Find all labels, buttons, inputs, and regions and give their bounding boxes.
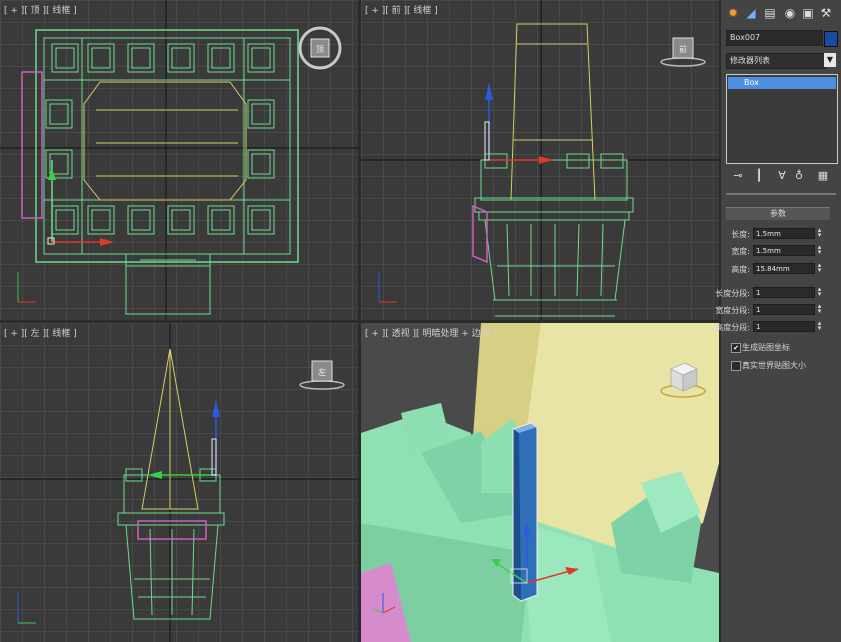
viewport-left-scene: 左 bbox=[0, 323, 358, 642]
display-icon[interactable]: ▣ bbox=[801, 6, 815, 20]
utilities-icon[interactable]: ⚒ bbox=[819, 6, 833, 20]
viewport-top-label[interactable]: [ + ][ 顶 ][ 线框 ] bbox=[4, 3, 77, 16]
viewport-left-label[interactable]: [ + ][ 左 ][ 线框 ] bbox=[4, 326, 77, 339]
viewport-perspective-label[interactable]: [ + ][ 透视 ][ 明暗处理 + 边面 ] bbox=[365, 326, 496, 339]
viewport-front[interactable]: 前 [ + ][ 前 ][ 线框 ] bbox=[361, 0, 719, 320]
param-label-length: 长度: bbox=[731, 230, 750, 239]
spinner-height[interactable]: ▴ ▾ bbox=[816, 262, 823, 274]
viewport-front-label[interactable]: [ + ][ 前 ][ 线框 ] bbox=[365, 3, 438, 16]
checkbox-real-world-map-size[interactable] bbox=[731, 361, 741, 371]
spinner-length-segs[interactable]: ▴ ▾ bbox=[816, 286, 823, 298]
spinner-length[interactable]: ▴ ▾ bbox=[816, 227, 823, 239]
checkbox-gen-map-coords[interactable]: ✔ bbox=[731, 343, 741, 353]
svg-text:前: 前 bbox=[679, 44, 687, 54]
viewport-top-scene: 顶 bbox=[0, 0, 358, 320]
param-field-width[interactable]: 1.5mm bbox=[753, 245, 815, 256]
object-color-swatch[interactable] bbox=[824, 31, 838, 47]
viewport-perspective[interactable]: [ + ][ 透视 ][ 明暗处理 + 边面 ] bbox=[361, 323, 719, 642]
param-label-length-segs: 长度分段: bbox=[715, 289, 750, 298]
make-unique-icon[interactable]: ∀ bbox=[775, 169, 789, 183]
rollout-parameters-header[interactable]: 参数 bbox=[726, 207, 830, 220]
checkbox-label-gen-map-coords: 生成贴图坐标 bbox=[742, 343, 790, 352]
param-field-width-segs[interactable]: 1 bbox=[753, 304, 815, 315]
chevron-down-icon[interactable]: ▼ bbox=[824, 53, 836, 67]
object-name-field[interactable]: Box007 bbox=[726, 30, 823, 46]
panel-divider bbox=[726, 193, 836, 195]
viewport-top[interactable]: 顶 [ + ][ 顶 ][ 线框 ] bbox=[0, 0, 358, 320]
param-field-height[interactable]: 15.84mm bbox=[753, 263, 815, 274]
param-label-height-segs: 高度分段: bbox=[715, 323, 750, 332]
motion-icon[interactable]: ◉ bbox=[783, 6, 797, 20]
param-label-width: 宽度: bbox=[731, 247, 750, 256]
spinner-width[interactable]: ▴ ▾ bbox=[816, 244, 823, 256]
param-label-height: 高度: bbox=[731, 265, 750, 274]
configure-sets-icon[interactable]: ▦ bbox=[816, 169, 830, 183]
svg-text:顶: 顶 bbox=[316, 45, 324, 54]
modifier-stack[interactable]: Box bbox=[726, 74, 838, 164]
spinner-height-segs[interactable]: ▴ ▾ bbox=[816, 320, 823, 332]
param-field-length[interactable]: 1.5mm bbox=[753, 228, 815, 239]
stack-item-box[interactable]: Box bbox=[728, 77, 836, 89]
remove-modifier-icon[interactable]: ♁ bbox=[792, 169, 806, 183]
param-field-length-segs[interactable]: 1 bbox=[753, 287, 815, 298]
param-field-height-segs[interactable]: 1 bbox=[753, 321, 815, 332]
modify-icon[interactable]: ◢ bbox=[744, 6, 758, 20]
param-label-width-segs: 宽度分段: bbox=[715, 306, 750, 315]
viewport-left[interactable]: 左 [ + ][ 左 ][ 线框 ] bbox=[0, 323, 358, 642]
checkbox-label-real-world-map-size: 真实世界贴图大小 bbox=[742, 361, 806, 370]
viewport-perspective-scene bbox=[361, 323, 719, 642]
modifier-list-dropdown[interactable]: 修改器列表 bbox=[726, 53, 826, 69]
pin-stack-icon[interactable]: ⊸ bbox=[731, 169, 745, 183]
svg-text:左: 左 bbox=[318, 367, 326, 377]
hierarchy-icon[interactable]: ▤ bbox=[763, 6, 777, 20]
create-icon[interactable]: ✹ bbox=[726, 6, 740, 20]
viewport-front-scene: 前 bbox=[361, 0, 719, 320]
spinner-width-segs[interactable]: ▴ ▾ bbox=[816, 303, 823, 315]
show-end-result-icon[interactable]: ┃ bbox=[752, 169, 766, 183]
